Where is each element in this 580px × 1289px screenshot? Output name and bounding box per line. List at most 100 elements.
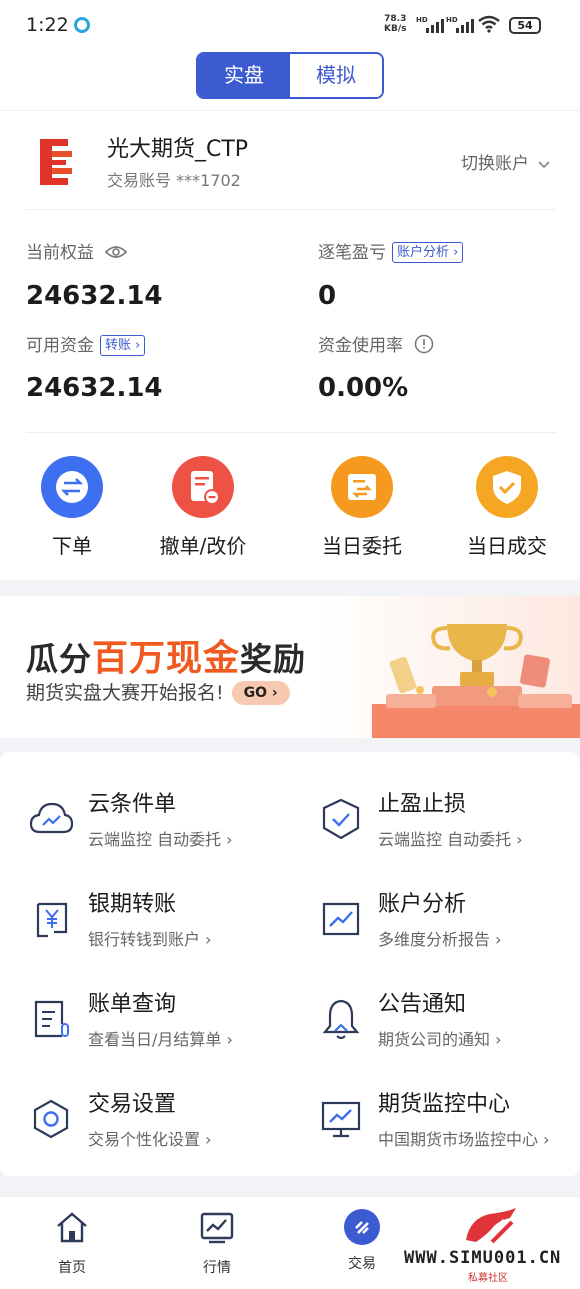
broker-logo-icon bbox=[40, 139, 72, 185]
divider bbox=[26, 209, 556, 210]
usage-label: 资金使用率 bbox=[318, 336, 403, 356]
banner-title-highlight: 百万现金 bbox=[92, 638, 241, 679]
chart-line-icon bbox=[322, 902, 360, 936]
available-label: 可用资金 bbox=[26, 336, 94, 356]
tab-label: 交易 bbox=[348, 1256, 376, 1272]
available-label-row: 可用资金 转账 › bbox=[26, 331, 146, 356]
tab-market[interactable]: 行情 bbox=[172, 1209, 262, 1277]
signal-icon: HD bbox=[446, 16, 476, 33]
wifi-icon bbox=[478, 15, 500, 33]
market-chart-icon bbox=[200, 1212, 234, 1244]
pnl-label-row: 逐笔盈亏 账户分析 › bbox=[318, 238, 464, 263]
service-subtitle: 交易个性化设置 › bbox=[88, 1130, 212, 1149]
cloud-icon bbox=[29, 802, 74, 834]
equity-label: 当前权益 bbox=[26, 243, 94, 263]
broker-name: 光大期货_CTP bbox=[107, 137, 249, 162]
banner-go-button[interactable]: GO › bbox=[231, 681, 290, 705]
account-analysis-tag[interactable]: 账户分析 › bbox=[392, 242, 464, 263]
banner-title-pre: 瓜分 bbox=[26, 640, 93, 678]
divider bbox=[26, 432, 556, 433]
banner-title-post: 奖励 bbox=[240, 640, 307, 678]
service-title: 期货监控中心 bbox=[378, 1092, 511, 1117]
service-take-profit-stop-loss[interactable]: 止盈止损 云端监控 自动委托 › bbox=[318, 786, 580, 866]
service-title: 账单查询 bbox=[88, 992, 177, 1017]
bell-icon bbox=[322, 999, 360, 1039]
banner-subtitle-row: 期货实盘大赛开始报名! GO › bbox=[26, 678, 290, 705]
service-title: 止盈止损 bbox=[378, 792, 467, 817]
bill-icon bbox=[34, 1000, 69, 1038]
trophy-illustration-icon bbox=[372, 624, 580, 738]
pnl-value: 0 bbox=[318, 281, 337, 311]
signal-label: HD bbox=[416, 16, 428, 24]
quick-action-today-deals[interactable]: 当日成交 bbox=[447, 456, 567, 559]
quick-action-cancel-order[interactable]: 撤单/改价 bbox=[143, 456, 263, 559]
battery-icon: 54 bbox=[509, 17, 541, 34]
service-subtitle: 查看当日/月结算单 › bbox=[88, 1030, 233, 1049]
quick-action-label: 下单 bbox=[52, 534, 92, 558]
yen-transfer-icon bbox=[36, 902, 68, 938]
quick-action-place-order[interactable]: 下单 bbox=[12, 456, 132, 559]
network-rate-unit: KB/s bbox=[384, 24, 407, 34]
swap-icon bbox=[41, 456, 103, 518]
settings-hex-icon bbox=[33, 1099, 69, 1139]
mode-toggle: 实盘 模拟 bbox=[196, 52, 384, 99]
trade-icon bbox=[344, 1209, 380, 1245]
tab-trade[interactable]: 交易 bbox=[317, 1209, 407, 1273]
service-title: 账户分析 bbox=[378, 892, 467, 917]
cancel-order-icon bbox=[172, 456, 234, 518]
equity-value: 24632.14 bbox=[26, 281, 163, 311]
quick-action-today-entrust[interactable]: 当日委托 bbox=[302, 456, 422, 559]
chevron-down-icon bbox=[538, 161, 550, 169]
account-card: 光大期货_CTP 交易账号 ***1702 切换账户 当前权益 24632.14… bbox=[0, 110, 580, 580]
watermark-text: WWW.SIMU001.CN bbox=[404, 1248, 562, 1268]
tab-real-trading[interactable]: 实盘 bbox=[198, 54, 290, 97]
network-rate: 78.3 KB/s bbox=[384, 14, 406, 34]
services-grid: 云条件单 云端监控 自动委托 › 止盈止损 云端监控 自动委托 › 银期转账 银… bbox=[0, 752, 580, 1176]
tab-home[interactable]: 首页 bbox=[27, 1209, 117, 1277]
qq-notification-icon bbox=[74, 17, 90, 33]
service-subtitle: 中国期货市场监控中心 › bbox=[378, 1130, 550, 1149]
eye-icon[interactable] bbox=[105, 245, 128, 259]
service-title: 银期转账 bbox=[88, 892, 177, 917]
service-bill-query[interactable]: 账单查询 查看当日/月结算单 › bbox=[28, 986, 298, 1066]
tab-label: 行情 bbox=[203, 1260, 231, 1276]
service-subtitle: 银行转钱到账户 › bbox=[88, 930, 212, 949]
service-title: 交易设置 bbox=[88, 1092, 177, 1117]
service-trade-settings[interactable]: 交易设置 交易个性化设置 › bbox=[28, 1086, 298, 1166]
service-title: 云条件单 bbox=[88, 792, 177, 817]
service-futures-monitoring-center[interactable]: 期货监控中心 中国期货市场监控中心 › bbox=[318, 1086, 580, 1166]
info-icon[interactable] bbox=[414, 334, 434, 354]
entrust-icon bbox=[331, 456, 393, 518]
switch-account-button[interactable]: 切换账户 bbox=[461, 149, 550, 174]
service-subtitle: 云端监控 自动委托 › bbox=[378, 830, 523, 849]
available-value: 24632.14 bbox=[26, 373, 163, 403]
service-account-analysis[interactable]: 账户分析 多维度分析报告 › bbox=[318, 886, 580, 966]
service-bank-futures-transfer[interactable]: 银期转账 银行转钱到账户 › bbox=[28, 886, 298, 966]
status-time: 1:22 bbox=[26, 14, 69, 36]
service-subtitle: 期货公司的通知 › bbox=[378, 1030, 502, 1049]
quick-action-label: 当日成交 bbox=[467, 534, 547, 558]
pnl-label: 逐笔盈亏 bbox=[318, 243, 386, 263]
switch-account-label: 切换账户 bbox=[461, 154, 529, 174]
service-subtitle: 多维度分析报告 › bbox=[378, 930, 502, 949]
deal-shield-icon bbox=[476, 456, 538, 518]
account-number: 交易账号 ***1702 bbox=[107, 171, 241, 190]
promo-banner[interactable]: 瓜分百万现金奖励 期货实盘大赛开始报名! GO › bbox=[0, 596, 580, 738]
usage-label-row: 资金使用率 bbox=[318, 331, 434, 356]
tab-label: 首页 bbox=[58, 1260, 86, 1276]
banner-subtitle: 期货实盘大赛开始报名! bbox=[26, 682, 224, 704]
tab-simulation[interactable]: 模拟 bbox=[290, 54, 382, 97]
home-icon bbox=[57, 1212, 87, 1243]
service-cloud-conditional-order[interactable]: 云条件单 云端监控 自动委托 › bbox=[28, 786, 298, 866]
transfer-tag[interactable]: 转账 › bbox=[100, 335, 146, 356]
equity-label-row: 当前权益 bbox=[26, 238, 128, 263]
signal-icon: HD bbox=[416, 16, 446, 33]
monitor-icon bbox=[321, 1101, 361, 1138]
shield-check-icon bbox=[322, 798, 360, 840]
network-rate-value: 78.3 bbox=[384, 14, 407, 24]
service-announcements[interactable]: 公告通知 期货公司的通知 › bbox=[318, 986, 580, 1066]
banner-title: 瓜分百万现金奖励 bbox=[26, 629, 306, 681]
quick-action-label: 撤单/改价 bbox=[159, 534, 247, 558]
mode-toggle-bar: 实盘 模拟 bbox=[0, 52, 580, 110]
status-bar: 1:22 78.3 KB/s HD HD 54 bbox=[0, 0, 580, 52]
